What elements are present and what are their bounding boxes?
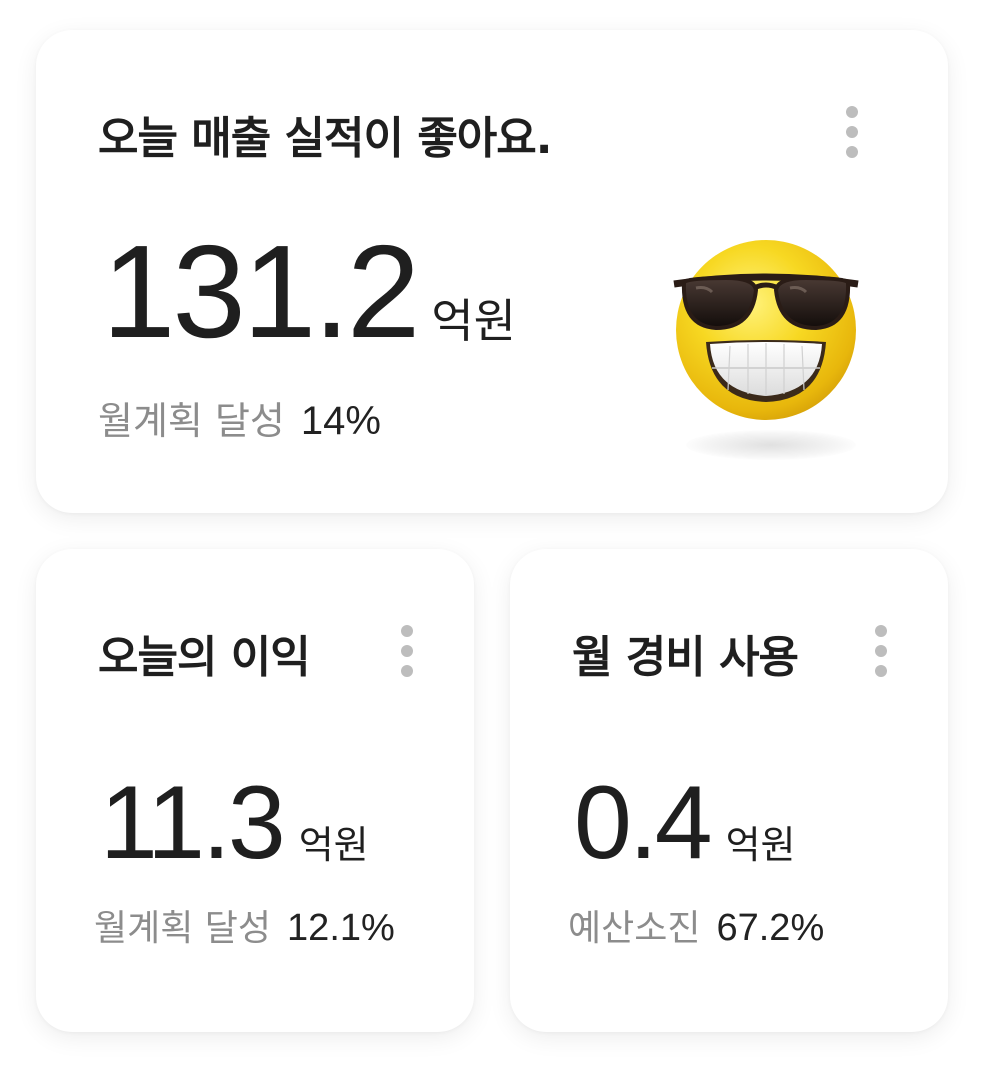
profit-value: 11.3: [100, 765, 286, 881]
emoji-face-svg: [673, 240, 859, 420]
profit-achievement-label: 월계획 달성: [94, 908, 272, 949]
expense-value: 0.4: [574, 765, 713, 881]
sales-more-options-icon[interactable]: [837, 97, 867, 167]
sales-achievement: 월계획 달성 14%: [98, 390, 381, 445]
kebab-dot: [401, 665, 413, 677]
kebab-dot: [401, 645, 413, 657]
expense-card-title: 월 경비 사용: [572, 632, 799, 683]
profit-unit: 억원: [298, 823, 369, 867]
sales-value: 131.2: [102, 218, 420, 365]
sales-unit: 억원: [431, 294, 516, 348]
kebab-dot: [875, 665, 887, 677]
sales-value-row: 131.2 억원: [102, 226, 516, 358]
sunglasses-emoji-icon: [666, 230, 866, 480]
expense-more-options-icon[interactable]: [866, 616, 896, 686]
profit-card-title: 오늘의 이익: [98, 632, 311, 683]
profit-achievement-value: 12.1%: [287, 907, 395, 949]
kebab-dot: [875, 625, 887, 637]
sales-card-title: 오늘 매출 실적이 좋아요.: [98, 113, 552, 164]
profit-value-row: 11.3 억원: [100, 771, 369, 875]
kebab-dot: [846, 126, 858, 138]
emoji-shadow: [686, 430, 856, 460]
kebab-dot: [401, 625, 413, 637]
kebab-dot: [846, 106, 858, 118]
expense-value-row: 0.4 억원: [574, 771, 796, 875]
profit-achievement: 월계획 달성 12.1%: [94, 899, 395, 951]
sales-achievement-label: 월계획 달성: [98, 399, 285, 443]
sales-card: 오늘 매출 실적이 좋아요. 131.2 억원 월계획 달성 14%: [36, 30, 948, 513]
sales-achievement-value: 14%: [300, 399, 381, 443]
expense-card: 월 경비 사용 0.4 억원 예산소진 67.2%: [510, 549, 948, 1032]
profit-more-options-icon[interactable]: [392, 616, 422, 686]
expense-unit: 억원: [725, 823, 796, 867]
profit-card: 오늘의 이익 11.3 억원 월계획 달성 12.1%: [36, 549, 474, 1032]
expense-budget: 예산소진 67.2%: [568, 899, 824, 951]
kebab-dot: [846, 146, 858, 158]
kebab-dot: [875, 645, 887, 657]
expense-budget-label: 예산소진: [568, 908, 701, 949]
expense-budget-value: 67.2%: [716, 907, 825, 949]
